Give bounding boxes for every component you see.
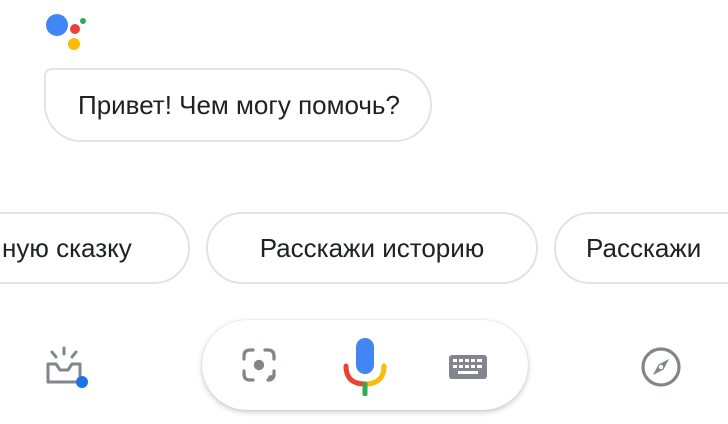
logo-green-dot: [80, 18, 86, 24]
input-pill: [202, 320, 528, 410]
logo-yellow-dot: [68, 38, 80, 50]
assistant-screen: Привет! Чем могу помочь? ную сказку Расс…: [0, 0, 728, 424]
lens-icon[interactable]: [242, 348, 276, 382]
mic-icon[interactable]: [342, 338, 388, 396]
greeting-bubble: Привет! Чем могу помочь?: [44, 68, 432, 142]
compass-icon[interactable]: [640, 346, 682, 388]
suggestion-chip-label: ную сказку: [2, 232, 132, 263]
greeting-text: Привет! Чем могу помочь?: [78, 89, 400, 120]
assistant-logo-icon: [44, 12, 92, 56]
suggestion-chip-label: Расскажи историю: [259, 232, 485, 263]
suggestion-chip[interactable]: Расскажи историю: [206, 212, 538, 284]
suggestion-chip[interactable]: ную сказку: [0, 212, 190, 284]
logo-blue-dot: [46, 14, 68, 36]
keyboard-icon[interactable]: [448, 354, 488, 380]
inbox-updates-icon[interactable]: [44, 346, 92, 390]
logo-red-dot: [70, 24, 80, 34]
suggestion-chips: ную сказку Расскажи историю Расскажи: [0, 212, 728, 284]
suggestion-chip[interactable]: Расскажи: [554, 212, 728, 284]
suggestion-chip-label: Расскажи: [586, 232, 702, 263]
